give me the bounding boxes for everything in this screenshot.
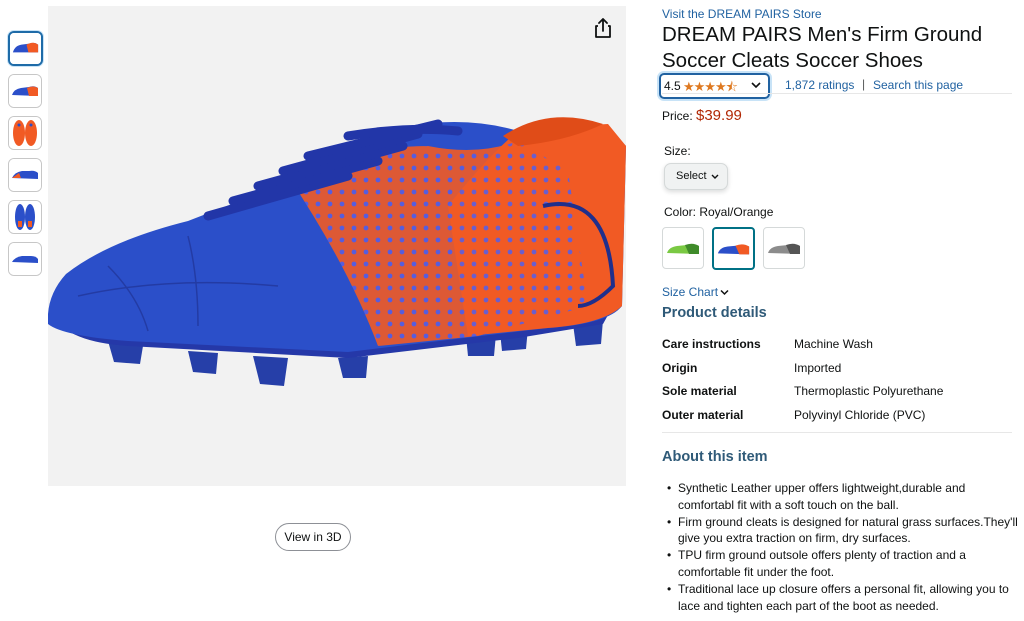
list-item: TPU firm ground outsole offers plenty of… <box>667 547 1023 581</box>
thumbnail-4[interactable] <box>8 158 42 192</box>
thumbnail-shoe-image <box>9 75 41 107</box>
green-shoe-image <box>667 243 699 254</box>
list-item: Synthetic Leather upper offers lightweig… <box>667 480 1023 514</box>
divider <box>662 93 1012 94</box>
detail-value: Thermoplastic Polyurethane <box>794 384 944 398</box>
about-bullet-list: Synthetic Leather upper offers lightweig… <box>662 480 1023 614</box>
star-rating-icon: ★★★★⯪ <box>683 79 738 94</box>
view-in-3d-button[interactable]: View in 3D <box>275 523 351 551</box>
product-title: DREAM PAIRS Men's Firm Ground Soccer Cle… <box>662 23 983 72</box>
detail-row: Sole material Thermoplastic Polyurethane <box>662 384 1012 400</box>
detail-key: Care instructions <box>662 337 761 351</box>
detail-key: Outer material <box>662 408 744 422</box>
thumbnail-list <box>8 31 44 284</box>
ratings-count-link[interactable]: 1,872 ratings <box>785 78 854 92</box>
detail-row: Care instructions Machine Wash <box>662 337 1012 353</box>
thumbnail-sole-image <box>9 117 41 149</box>
detail-value: Imported <box>794 361 842 375</box>
chevron-down-icon <box>711 174 719 179</box>
list-item: Firm ground cleats is designed for natur… <box>667 514 1023 548</box>
thumbnail-shoe-image <box>9 159 41 191</box>
search-this-page-link[interactable]: Search this page <box>873 78 963 92</box>
thumbnail-shoe-image <box>9 243 41 275</box>
price-value: $39.99 <box>696 107 742 124</box>
detail-value: Machine Wash <box>794 337 873 351</box>
thumbnail-5[interactable] <box>8 200 42 234</box>
royal-orange-shoe-image <box>717 244 750 255</box>
color-swatch-royal-orange[interactable] <box>712 227 755 270</box>
thumbnail-1[interactable] <box>8 31 43 66</box>
size-select-dropdown[interactable]: Select <box>664 163 728 190</box>
chevron-down-icon[interactable] <box>720 288 729 297</box>
chevron-down-icon <box>751 82 761 89</box>
grey-shoe-image <box>768 243 800 254</box>
price-label: Price: <box>662 109 693 123</box>
soccer-cleat-image <box>48 117 626 386</box>
detail-row: Origin Imported <box>662 361 1012 377</box>
detail-key: Sole material <box>662 384 737 398</box>
thumbnail-3[interactable] <box>8 116 42 150</box>
thumbnail-top-image <box>9 201 41 233</box>
size-label: Size: <box>664 144 691 158</box>
detail-value: Polyvinyl Chloride (PVC) <box>794 408 926 422</box>
about-this-item-heading: About this item <box>662 449 768 465</box>
size-chart-link[interactable]: Size Chart <box>662 285 718 299</box>
rating-value: 4.5 <box>664 79 681 93</box>
thumbnail-shoe-image <box>10 33 41 64</box>
thumbnail-2[interactable] <box>8 74 42 108</box>
size-select-value: Select <box>676 170 707 182</box>
detail-row: Outer material Polyvinyl Chloride (PVC) <box>662 408 1012 424</box>
color-swatch-green[interactable] <box>662 227 704 269</box>
divider <box>662 432 1012 433</box>
list-item: Traditional lace up closure offers a per… <box>667 581 1023 615</box>
store-link[interactable]: Visit the DREAM PAIRS Store <box>662 7 822 21</box>
share-icon[interactable] <box>594 18 612 38</box>
thumbnail-6[interactable] <box>8 242 42 276</box>
color-swatch-grey[interactable] <box>763 227 805 269</box>
color-label: Color: Royal/Orange <box>664 205 774 219</box>
separator: | <box>862 77 866 91</box>
rating-dropdown[interactable]: 4.5 ★★★★⯪ <box>659 73 770 99</box>
detail-key: Origin <box>662 361 698 375</box>
product-details-heading: Product details <box>662 305 767 321</box>
main-product-image[interactable] <box>48 6 626 486</box>
